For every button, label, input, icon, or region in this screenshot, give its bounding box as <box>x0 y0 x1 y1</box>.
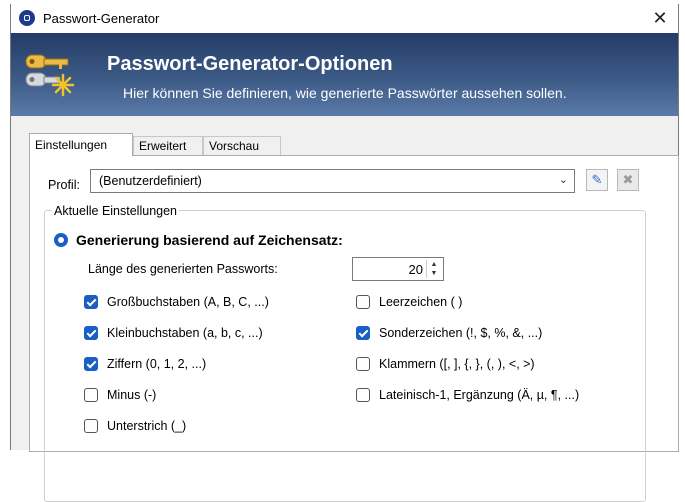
banner-subtitle: Hier können Sie definieren, wie generier… <box>123 85 567 101</box>
checkbox-label: Großbuchstaben (A, B, C, ...) <box>107 295 269 309</box>
length-value: 20 <box>408 262 423 277</box>
close-button[interactable]: ✕ <box>648 6 672 30</box>
profile-value: (Benutzerdefiniert) <box>99 174 202 188</box>
settings-tab-panel: Profil: (Benutzerdefiniert) ⌄ ✎ ✖ Aktuel… <box>29 155 679 502</box>
tab-einstellungen[interactable]: Einstellungen <box>29 133 133 156</box>
checkbox-brackets[interactable]: Klammern ([, ], {, }, (, ), <, >) <box>356 356 535 372</box>
checkbox-box <box>84 388 98 402</box>
radio-selected-icon <box>54 233 68 247</box>
checkbox-latin1[interactable]: Lateinisch-1, Ergänzung (Ä, µ, ¶, ...) <box>356 387 579 403</box>
checkbox-underscore[interactable]: Unterstrich (_) <box>84 418 186 434</box>
charset-mode-label: Generierung basierend auf Zeichensatz: <box>76 232 343 248</box>
delete-icon: ✖ <box>622 172 634 187</box>
length-spinner[interactable]: 20 ▲ ▼ <box>352 257 444 281</box>
window-title: Passwort-Generator <box>43 11 160 26</box>
checkbox-label: Kleinbuchstaben (a, b, c, ...) <box>107 326 263 340</box>
checkbox-box <box>84 326 98 340</box>
tab-erweitert[interactable]: Erweitert <box>133 136 203 155</box>
checkbox-box <box>84 419 98 433</box>
title-bar: Passwort-Generator ✕ <box>11 4 678 33</box>
profile-label: Profil: <box>48 178 80 192</box>
edit-icon: ✎ <box>591 172 603 187</box>
delete-profile-button[interactable]: ✖ <box>617 169 639 191</box>
checkbox-label: Sonderzeichen (!, $, %, &, ...) <box>379 326 543 340</box>
length-label: Länge des generierten Passworts: <box>88 262 278 276</box>
checkbox-space[interactable]: Leerzeichen ( ) <box>356 294 462 310</box>
spin-arrows-icon[interactable]: ▲ ▼ <box>426 260 441 278</box>
dialog-body: Einstellungen Erweitert Vorschau Profil:… <box>11 116 679 502</box>
tab-vorschau[interactable]: Vorschau <box>203 136 281 155</box>
checkbox-box <box>356 388 370 402</box>
banner-title: Passwort-Generator-Optionen <box>107 53 393 75</box>
checkbox-label: Leerzeichen ( ) <box>379 295 463 309</box>
chevron-down-icon: ⌄ <box>558 174 568 186</box>
checkbox-box <box>84 295 98 309</box>
key-star-icon <box>25 54 75 97</box>
checkbox-box <box>356 295 370 309</box>
checkbox-label: Unterstrich (_) <box>107 419 187 433</box>
checkbox-box <box>84 357 98 371</box>
checkbox-uppercase[interactable]: Großbuchstaben (A, B, C, ...) <box>84 294 269 310</box>
checkbox-label: Ziffern (0, 1, 2, ...) <box>107 357 207 371</box>
checkbox-lowercase[interactable]: Kleinbuchstaben (a, b, c, ...) <box>84 325 263 341</box>
checkbox-label: Lateinisch-1, Ergänzung (Ä, µ, ¶, ...) <box>379 388 580 402</box>
profile-dropdown[interactable]: (Benutzerdefiniert) ⌄ <box>90 169 575 193</box>
checkbox-special[interactable]: Sonderzeichen (!, $, %, &, ...) <box>356 325 542 341</box>
edit-profile-button[interactable]: ✎ <box>586 169 608 191</box>
checkbox-digits[interactable]: Ziffern (0, 1, 2, ...) <box>84 356 206 372</box>
header-banner: Passwort-Generator-Optionen Hier können … <box>11 33 678 116</box>
keepass-lock-icon <box>19 10 35 26</box>
password-generator-window: Passwort-Generator ✕ Passwort-Generator-… <box>10 4 679 502</box>
checkbox-box <box>356 326 370 340</box>
checkbox-label: Klammern ([, ], {, }, (, ), <, >) <box>379 357 535 371</box>
charset-mode-radio[interactable]: Generierung basierend auf Zeichensatz: <box>54 232 343 248</box>
group-legend: Aktuelle Einstellungen <box>52 204 179 218</box>
checkbox-minus[interactable]: Minus (-) <box>84 387 156 403</box>
checkbox-label: Minus (-) <box>107 388 157 402</box>
checkbox-box <box>356 357 370 371</box>
